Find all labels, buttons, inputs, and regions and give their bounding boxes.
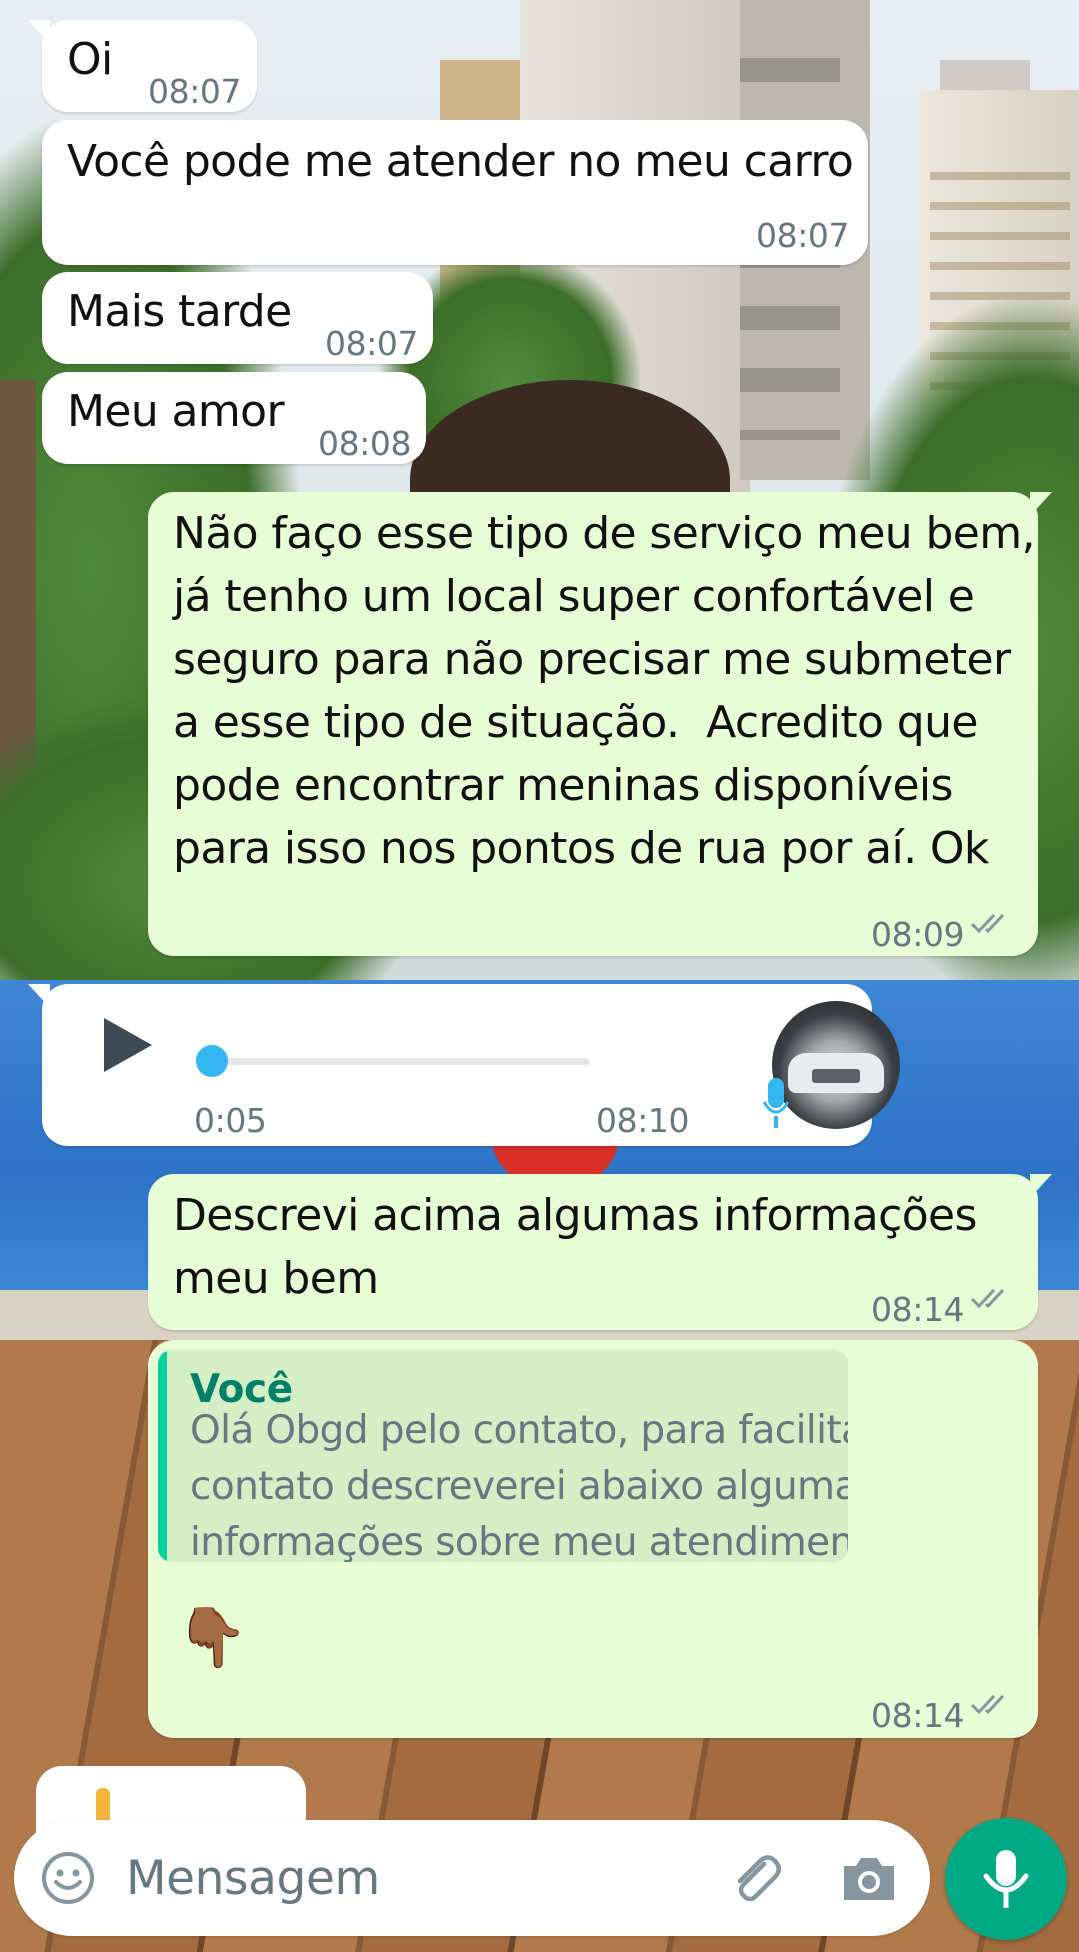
voice-duration: 0:05 <box>194 1101 267 1140</box>
message-time: 08:07 <box>756 216 850 255</box>
message-text: Você pode me atender no meu carro <box>67 136 854 187</box>
message-text-line: meu bem <box>173 1253 379 1304</box>
double-check-icon <box>970 1694 1005 1715</box>
message-text: Mais tarde <box>67 286 292 337</box>
pointing-down-emoji: 👇🏾 <box>176 1603 249 1671</box>
message-input[interactable] <box>126 1846 666 1910</box>
play-icon[interactable] <box>104 1018 152 1072</box>
message-text-line: seguro para não precisar me submeter <box>173 634 1011 685</box>
camera-icon[interactable] <box>840 1852 898 1904</box>
emoji-icon[interactable] <box>40 1850 96 1906</box>
voice-progress-knob[interactable] <box>196 1045 228 1077</box>
message-text-line: Não faço esse tipo de serviço meu bem, <box>173 508 1036 559</box>
voice-progress-track[interactable] <box>198 1058 590 1065</box>
quoted-text-line: contato descreverei abaixo algumas <box>190 1464 848 1509</box>
message-text-line: a esse tipo de situação. Acredito que <box>173 697 978 748</box>
message-text: Oi <box>67 34 113 85</box>
mic-icon <box>983 1850 1029 1908</box>
attach-icon[interactable] <box>726 1848 786 1908</box>
message-time: 08:08 <box>318 424 412 463</box>
message-bubble-incoming[interactable]: Oi 08:07 <box>28 20 257 112</box>
quoted-text-line: informações sobre meu atendimento. Peç..… <box>190 1520 848 1562</box>
microphone-icon <box>763 1078 789 1128</box>
message-text: Meu amor <box>67 386 285 437</box>
voice-message-bubble[interactable]: 0:05 08:10 <box>28 984 900 1146</box>
message-time: 08:14 <box>871 1696 965 1735</box>
message-text-line: Descrevi acima algumas informações <box>173 1190 977 1241</box>
message-time: 08:10 <box>596 1101 690 1140</box>
message-list: Oi 08:07 Você pode me atender no meu car… <box>0 0 1079 1952</box>
message-composer <box>14 1820 930 1936</box>
message-bubble-incoming[interactable]: Você pode me atender no meu carro 08:07 <box>42 120 868 265</box>
quoted-text-line: Olá Obgd pelo contato, para facilitar no… <box>190 1408 848 1453</box>
double-check-icon <box>970 1288 1005 1309</box>
quoted-message[interactable]: Você Olá Obgd pelo contato, para facilit… <box>158 1350 848 1562</box>
message-time: 08:14 <box>871 1290 965 1329</box>
message-text-line: para isso nos pontos de rua por aí. Ok <box>173 823 989 874</box>
message-bubble-outgoing[interactable]: Descrevi acima algumas informações meu b… <box>148 1174 1052 1330</box>
message-time: 08:07 <box>325 324 419 363</box>
message-text-line: pode encontrar meninas disponíveis <box>173 760 953 811</box>
message-bubble-outgoing[interactable]: Não faço esse tipo de serviço meu bem, j… <box>148 492 1052 956</box>
message-time: 08:09 <box>871 915 965 954</box>
sender-avatar[interactable] <box>772 1001 900 1129</box>
voice-record-button[interactable] <box>945 1818 1067 1940</box>
message-bubble-incoming[interactable]: Mais tarde 08:07 <box>42 272 433 364</box>
message-bubble-incoming[interactable]: Meu amor 08:08 <box>42 372 426 464</box>
message-text-line: já tenho um local super confortável e <box>173 571 975 622</box>
double-check-icon <box>970 913 1005 934</box>
message-time: 08:07 <box>148 72 242 111</box>
message-bubble-outgoing[interactable]: Você Olá Obgd pelo contato, para facilit… <box>148 1340 1038 1738</box>
